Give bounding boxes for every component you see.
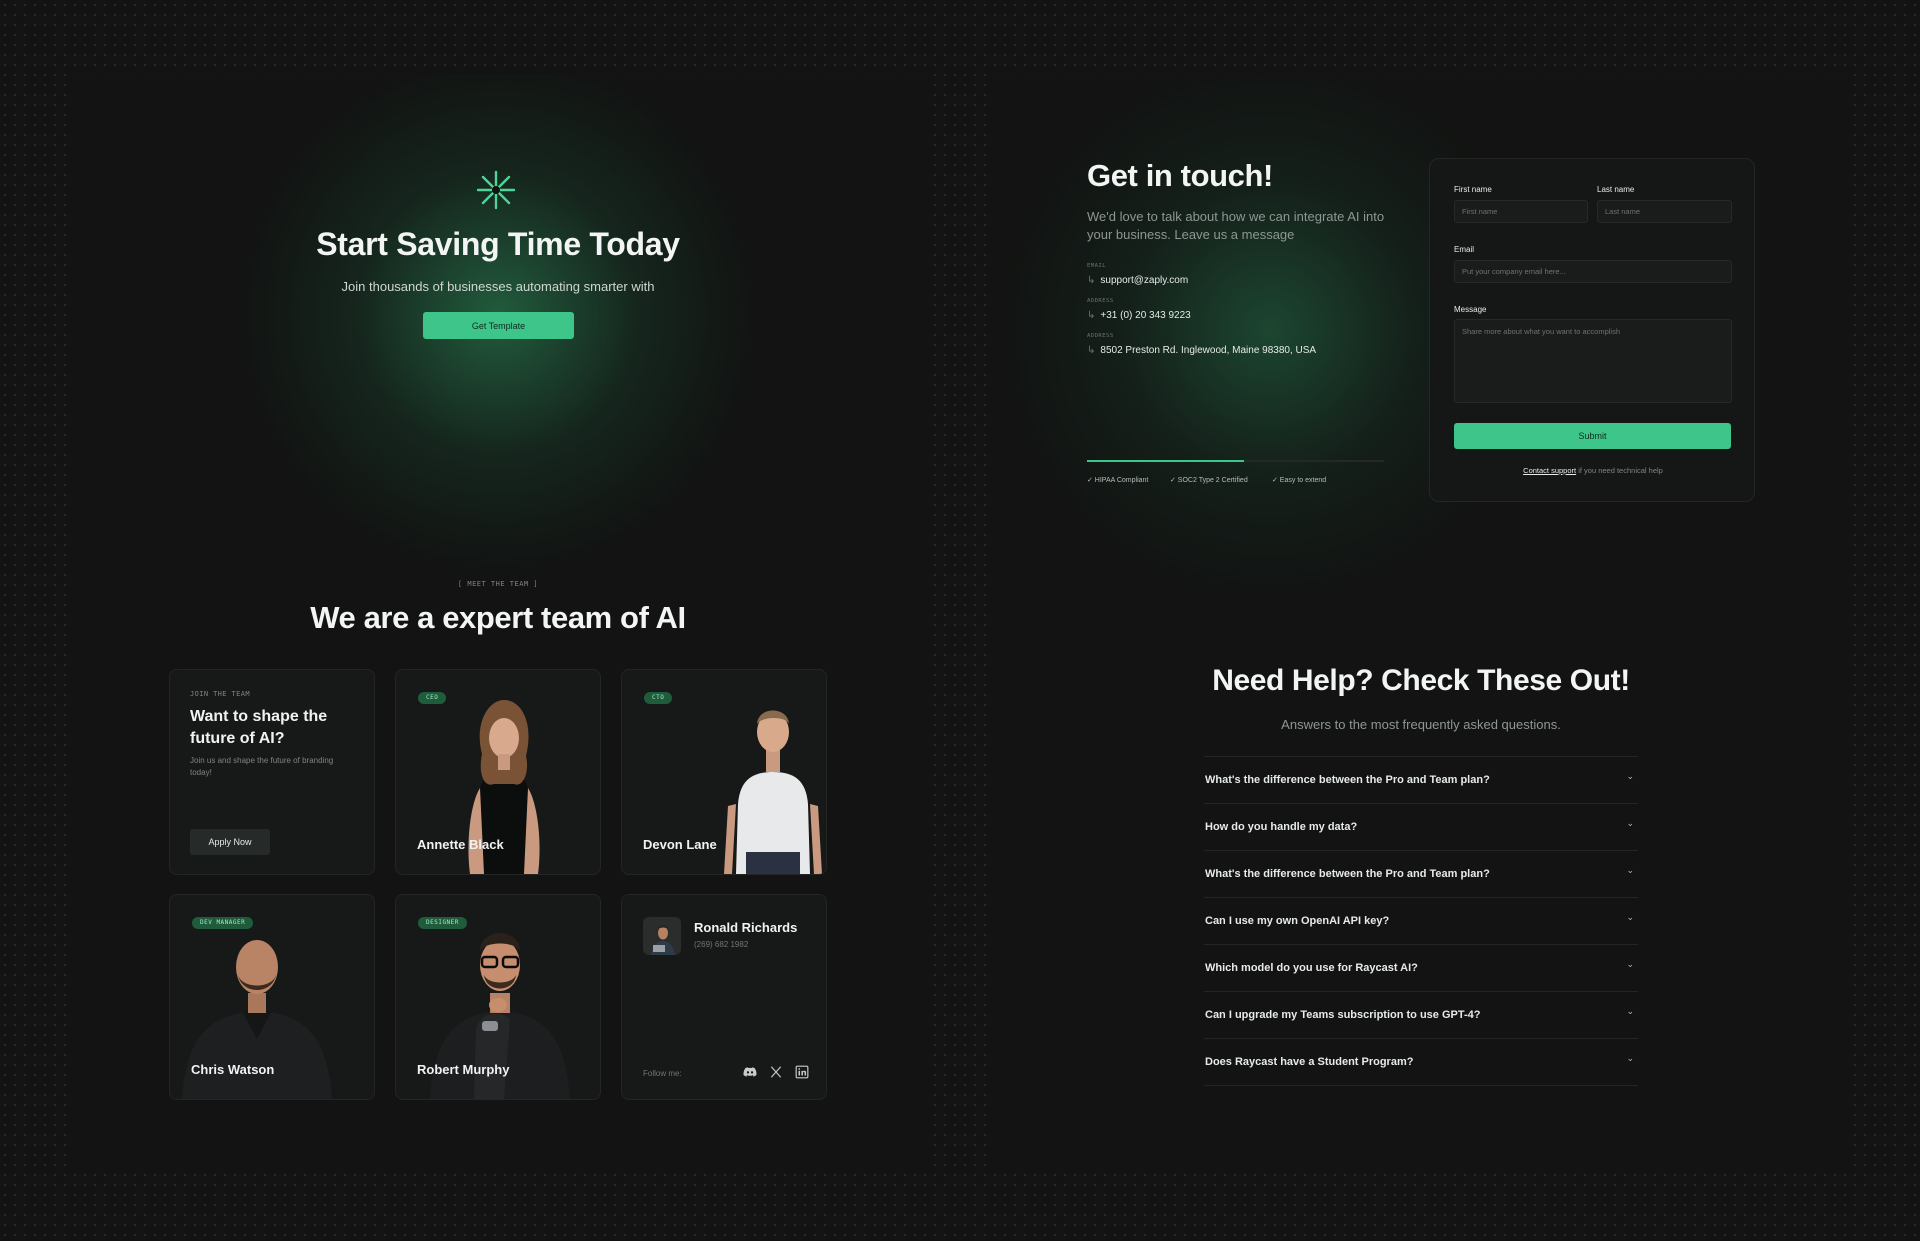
email-value[interactable]: ↳ support@zaply.com <box>1087 275 1188 286</box>
submit-button[interactable]: Submit <box>1454 423 1731 449</box>
return-arrow-icon: ↳ <box>1087 345 1096 356</box>
faq-list: What's the difference between the Pro an… <box>1204 756 1638 1086</box>
ronald-name: Ronald Richards <box>694 920 798 935</box>
team-eyebrow: [ MEET THE TEAM ] <box>457 580 539 588</box>
last-name-label: Last name <box>1597 185 1635 194</box>
designer-badge: DESIGNER <box>418 917 467 929</box>
return-arrow-icon: ↳ <box>1087 310 1096 321</box>
email-label: Email <box>1454 245 1475 254</box>
faq-item[interactable]: What's the difference between the Pro an… <box>1204 757 1638 804</box>
faq-title: Need Help? Check These Out! <box>1212 664 1630 697</box>
follow-label: Follow me: <box>643 1069 682 1078</box>
team-card-annette-black[interactable]: CEO Annette Black <box>395 669 601 875</box>
join-subtitle: Join us and shape the future of branding… <box>190 756 334 777</box>
chevron-down-icon: ⌄ <box>1626 771 1634 781</box>
team-title: We are a expert team of AI <box>310 600 686 635</box>
first-name-input[interactable] <box>1454 200 1588 223</box>
contact-support-link[interactable]: Contact support <box>1523 466 1576 475</box>
asterisk-icon <box>476 170 516 210</box>
contact-subtitle: We'd love to talk about how we can integ… <box>1087 209 1385 243</box>
email-text: support@zaply.com <box>1100 275 1189 286</box>
faq-item[interactable]: Can I upgrade my Teams subscription to u… <box>1204 992 1638 1039</box>
ceo-badge: CEO <box>418 692 447 704</box>
faq-item[interactable]: Which model do you use for Raycast AI? ⌄ <box>1204 945 1638 992</box>
faq-question: What's the difference between the Pro an… <box>1205 774 1490 786</box>
faq-question: Does Raycast have a Student Program? <box>1205 1056 1414 1068</box>
member-name: Annette Black <box>417 837 504 852</box>
progress-fill <box>1087 460 1245 462</box>
faq-question: What's the difference between the Pro an… <box>1205 868 1490 880</box>
team-card-robert-murphy[interactable]: DESIGNER Robert Murphy <box>395 894 601 1100</box>
support-text: if you need technical help <box>1576 466 1663 475</box>
address-value: ↳ 8502 Preston Rd. Inglewood, Maine 98380… <box>1087 345 1316 356</box>
faq-question: How do you handle my data? <box>1205 821 1358 833</box>
first-name-label: First name <box>1454 185 1492 194</box>
x-icon[interactable] <box>769 1065 783 1079</box>
member-name: Robert Murphy <box>417 1062 510 1077</box>
hero-subtitle: Join thousands of businesses automating … <box>341 279 655 294</box>
chevron-down-icon: ⌄ <box>1626 912 1634 922</box>
support-line: Contact support if you need technical he… <box>1430 466 1756 475</box>
team-card-chris-watson[interactable]: DEV MANAGER Chris Watson <box>169 894 375 1100</box>
team-card-devon-lane[interactable]: CTO Devon Lane <box>621 669 827 875</box>
chevron-down-icon: ⌄ <box>1626 865 1634 875</box>
hero-section: Start Saving Time Today Join thousands o… <box>68 74 928 574</box>
linkedin-icon[interactable] <box>795 1065 809 1079</box>
return-arrow-icon: ↳ <box>1087 275 1096 286</box>
progress-bar <box>1087 460 1384 462</box>
faq-item[interactable]: How do you handle my data? ⌄ <box>1204 804 1638 851</box>
member-name: Devon Lane <box>643 837 717 852</box>
faq-question: Which model do you use for Raycast AI? <box>1205 962 1418 974</box>
ronald-phone: (269) 682 1982 <box>694 940 749 949</box>
faq-question: Can I upgrade my Teams subscription to u… <box>1205 1009 1481 1021</box>
email-label: EMAIL <box>1087 263 1107 269</box>
team-card-ronald-richards: Ronald Richards (269) 682 1982 Follow me… <box>621 894 827 1100</box>
faq-question: Can I use my own OpenAI API key? <box>1205 915 1390 927</box>
get-template-button[interactable]: Get Template <box>423 312 574 339</box>
chevron-down-icon: ⌄ <box>1626 1053 1634 1063</box>
compliance-soc2: ✓ SOC2 Type 2 Certified <box>1170 477 1248 484</box>
chevron-down-icon: ⌄ <box>1626 818 1634 828</box>
email-input[interactable] <box>1454 260 1732 283</box>
message-textarea[interactable] <box>1454 319 1732 403</box>
faq-subtitle: Answers to the most frequently asked que… <box>1281 717 1561 732</box>
ronald-richards-avatar <box>643 917 681 955</box>
join-eyebrow: JOIN THE TEAM <box>190 690 250 698</box>
compliance-hipaa: ✓ HIPAA Compliant <box>1087 477 1149 484</box>
address-label: ADDRESS <box>1087 333 1114 339</box>
address-text: 8502 Preston Rd. Inglewood, Maine 98380,… <box>1100 345 1317 356</box>
member-name: Chris Watson <box>191 1062 275 1077</box>
faq-item[interactable]: What's the difference between the Pro an… <box>1204 851 1638 898</box>
faq-item[interactable]: Does Raycast have a Student Program? ⌄ <box>1204 1039 1638 1086</box>
contact-form: First name Last name Email Message Submi… <box>1429 158 1755 502</box>
chevron-down-icon: ⌄ <box>1626 959 1634 969</box>
phone-text: +31 (0) 20 343 9223 <box>1100 310 1191 321</box>
devon-lane-photo <box>724 710 822 874</box>
contact-title: Get in touch! <box>1087 158 1273 193</box>
last-name-input[interactable] <box>1597 200 1732 223</box>
message-label: Message <box>1454 305 1487 314</box>
dev-manager-badge: DEV MANAGER <box>192 917 254 929</box>
hero-title: Start Saving Time Today <box>316 226 680 262</box>
phone-value[interactable]: ↳ +31 (0) 20 343 9223 <box>1087 310 1191 321</box>
faq-item[interactable]: Can I use my own OpenAI API key? ⌄ <box>1204 898 1638 945</box>
phone-label: ADDRESS <box>1087 298 1114 304</box>
chevron-down-icon: ⌄ <box>1626 1006 1634 1016</box>
join-team-card: JOIN THE TEAM Want to shape the future o… <box>169 669 375 875</box>
compliance-extend: ✓ Easy to extend <box>1272 477 1327 484</box>
apply-now-button[interactable]: Apply Now <box>190 829 270 855</box>
discord-icon[interactable] <box>743 1065 757 1079</box>
join-title: Want to shape the future of AI? <box>190 708 328 747</box>
cto-badge: CTO <box>644 692 673 704</box>
